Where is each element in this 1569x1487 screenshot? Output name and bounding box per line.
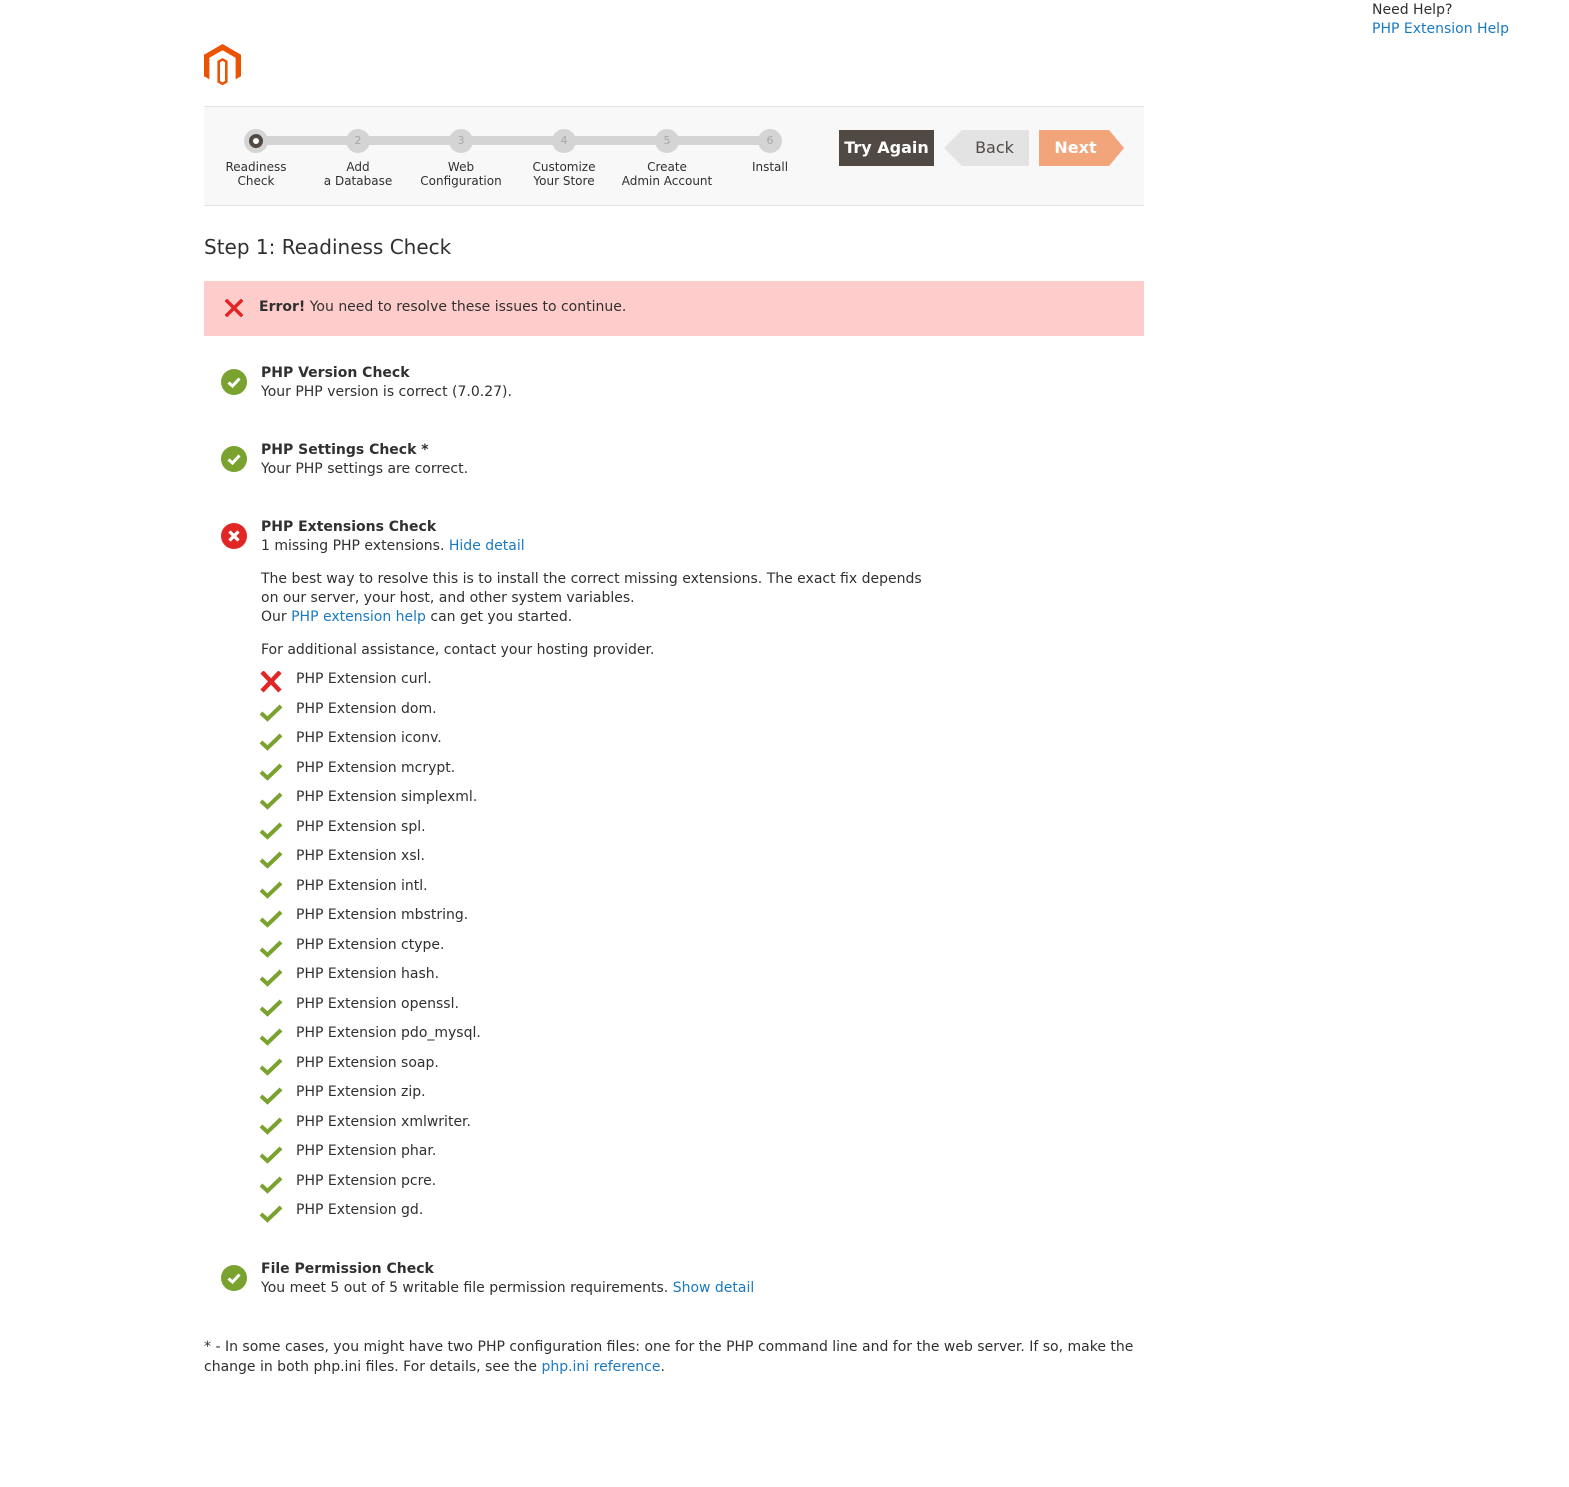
step-number: 2 [346,129,370,153]
help-box: Need Help? PHP Extension Help [1372,1,1509,39]
extensions-detail: The best way to resolve this is to insta… [261,570,941,660]
step-number: 3 [449,129,473,153]
step-indicator-active [244,129,268,153]
php-extension-help-inline-link[interactable]: PHP extension help [291,609,426,625]
extension-label: PHP Extension xsl. [296,848,425,864]
check-title: PHP Version Check [261,365,410,381]
error-banner: Error! You need to resolve these issues … [204,281,1144,336]
extension-label: PHP Extension soap. [296,1054,439,1071]
wizard-step-customize-store: 4 Customize Your Store [512,129,616,188]
extension-label: PHP Extension openssl. [296,995,459,1012]
extension-label: PHP Extension spl. [296,818,426,835]
php-ini-reference-link[interactable]: php.ini reference [541,1359,660,1375]
check-description: 1 missing PHP extensions. Hide detail [261,538,525,554]
extension-label: PHP Extension gd. [296,1202,424,1218]
checkmark-icon [259,1202,283,1224]
checkmark-icon [259,966,283,988]
extension-label: PHP Extension zip. [296,1084,426,1100]
checkmark-icon [259,996,283,1018]
missing-x-icon [259,670,283,693]
extension-label: PHP Extension intl. [296,877,428,894]
checkmark-icon [259,1055,283,1077]
check-title: PHP Settings Check * [261,442,429,458]
checkmark-icon [259,937,283,959]
detail-paragraph: For additional assistance, contact your … [261,642,655,658]
detail-paragraph: The best way to resolve this is to insta… [261,571,922,606]
check-description: You meet 5 out of 5 writable file permis… [261,1280,755,1296]
page-title: Step 1: Readiness Check [204,235,452,259]
checkmark-icon [259,1173,283,1195]
php-extension-help-link[interactable]: PHP Extension Help [1372,21,1509,37]
extension-label: PHP Extension xmlwriter. [296,1113,471,1130]
show-detail-link[interactable]: Show detail [673,1280,755,1296]
wizard-step-install: 6 Install [718,129,822,174]
checkmark-icon [259,701,283,723]
check-success-icon [221,1265,247,1291]
wizard-step-add-database: 2 Add a Database [306,129,410,188]
step-number: 4 [552,129,576,153]
extension-label: PHP Extension mbstring. [296,907,469,923]
hide-detail-link[interactable]: Hide detail [449,538,525,554]
step-number: 5 [655,129,679,153]
error-x-icon [225,299,243,317]
extension-label: PHP Extension pcre. [296,1172,437,1189]
checkmark-icon [259,1025,283,1047]
wizard-step-readiness-check: Readiness Check [204,129,308,188]
checkmark-icon [259,907,283,929]
next-button[interactable]: Next [1039,130,1124,166]
checkmark-icon [259,760,283,782]
checkmark-icon [259,1114,283,1136]
detail-paragraph: Our PHP extension help can get you start… [261,609,573,625]
checkmark-icon [259,1143,283,1165]
wizard-step-web-configuration: 3 Web Configuration [409,129,513,188]
check-description: Your PHP settings are correct. [261,461,469,477]
try-again-button[interactable]: Try Again [839,130,934,166]
extension-label: PHP Extension mcrypt. [296,759,456,776]
magento-logo [204,44,241,87]
extension-label: PHP Extension iconv. [296,730,442,746]
check-error-icon [221,523,247,549]
extension-label: PHP Extension simplexml. [296,789,478,805]
extension-label: PHP Extension hash. [296,966,440,982]
check-title: File Permission Check [261,1261,434,1277]
wizard-nav: Readiness Check 2 Add a Database 3 Web Conf… [204,106,1144,206]
wizard-step-create-admin: 5 Create Admin Account [615,129,719,188]
extension-label: PHP Extension phar. [296,1143,437,1159]
magento-logo-icon [204,44,241,86]
checkmark-icon [259,848,283,870]
extension-label: PHP Extension ctype. [296,936,445,953]
back-button[interactable]: Back [944,130,1029,166]
checkmark-icon [259,730,283,752]
checkmark-icon [259,819,283,841]
extension-label: PHP Extension pdo_mysql. [296,1025,481,1041]
extension-label: PHP Extension dom. [296,700,437,717]
check-title: PHP Extensions Check [261,519,437,535]
checkmark-icon [259,789,283,811]
checkmark-icon [259,1084,283,1106]
error-message: Error! You need to resolve these issues … [259,299,627,315]
footnote: * - In some cases, you might have two PH… [204,1339,1134,1375]
check-success-icon [221,369,247,395]
check-description: Your PHP version is correct (7.0.27). [261,384,512,400]
extension-label: PHP Extension curl. [296,671,432,687]
need-help-label: Need Help? [1372,2,1453,18]
check-success-icon [221,446,247,472]
step-number: 6 [758,129,782,153]
checkmark-icon [259,878,283,900]
